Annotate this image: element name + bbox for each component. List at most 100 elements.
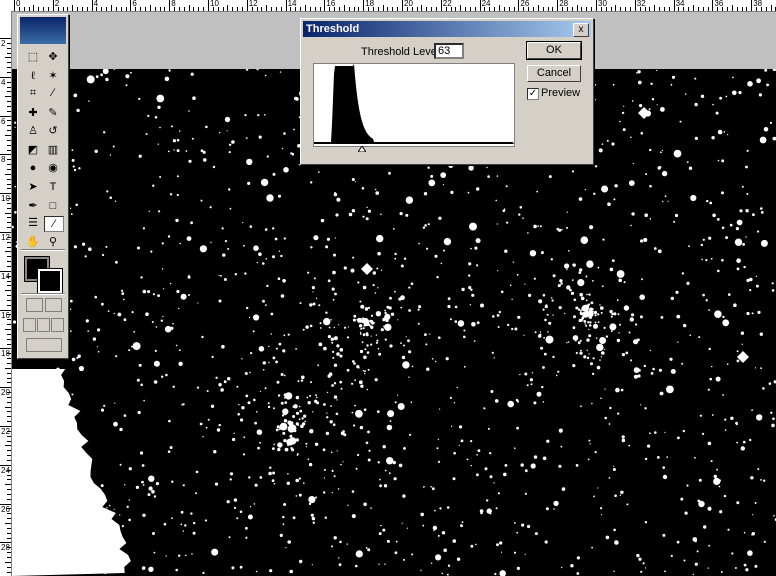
star [168, 419, 171, 423]
star [475, 543, 477, 546]
star [740, 446, 745, 451]
move-tool-icon[interactable]: ✥ [44, 50, 62, 64]
ruler-tick [5, 251, 11, 253]
ruler-tick [38, 7, 40, 11]
star [311, 516, 316, 521]
slice-tool-icon[interactable]: ∕ [44, 86, 62, 100]
full-screen-mode-icon[interactable] [51, 318, 64, 332]
star [46, 545, 50, 550]
notes-tool-icon[interactable]: ☰ [24, 216, 42, 230]
history-brush-tool-icon[interactable]: ↺ [44, 124, 62, 138]
threshold-level-input[interactable] [434, 43, 464, 59]
jump-to-imageready-icon[interactable] [26, 338, 62, 352]
path-selection-tool-icon[interactable]: ➤ [24, 180, 42, 194]
eyedropper-tool-icon[interactable]: ⁄ [44, 216, 64, 232]
ok-button[interactable]: OK [526, 41, 582, 60]
star [153, 380, 158, 384]
star [140, 383, 143, 387]
star [644, 521, 648, 524]
ruler-tick [7, 362, 11, 364]
ruler-tick [654, 5, 656, 11]
star [694, 562, 698, 566]
zoom-tool-icon[interactable]: ⚲ [44, 235, 62, 249]
ruler-tick [532, 7, 534, 11]
star [629, 317, 634, 322]
star [139, 451, 144, 455]
star [310, 381, 312, 384]
star [169, 193, 173, 196]
ruler-tick [144, 7, 146, 11]
type-tool-icon[interactable]: T [44, 180, 62, 194]
magic-wand-tool-icon[interactable]: ✶ [44, 69, 62, 83]
marquee-tool-icon[interactable]: ⬚ [24, 50, 42, 64]
hand-tool-icon[interactable]: ✋ [24, 235, 42, 249]
background-color-swatch[interactable] [37, 268, 63, 294]
standard-screen-mode-icon[interactable] [23, 318, 36, 332]
eraser-tool-icon[interactable]: ◩ [24, 143, 42, 157]
clone-stamp-tool-icon[interactable]: ♙ [24, 124, 42, 138]
star [124, 484, 126, 486]
star [291, 448, 295, 452]
quick-mask-mode-icon[interactable] [45, 298, 62, 312]
star [558, 306, 562, 310]
threshold-slider-handle[interactable] [358, 146, 366, 152]
star [326, 391, 329, 394]
star [50, 420, 53, 423]
star [384, 469, 387, 472]
star [299, 409, 303, 413]
star [173, 149, 175, 151]
star [26, 456, 29, 459]
star [343, 266, 347, 270]
cancel-button[interactable]: Cancel [527, 65, 581, 82]
full-screen-menu-mode-icon[interactable] [37, 318, 50, 332]
brush-tool-icon[interactable]: ✎ [44, 106, 62, 120]
ruler-label: 28 [1, 543, 10, 553]
ruler-tick [358, 7, 360, 11]
star [272, 447, 275, 450]
shape-tool-icon[interactable]: □ [44, 199, 62, 213]
star [169, 446, 173, 449]
star [357, 317, 363, 323]
star [613, 465, 615, 467]
crop-tool-icon[interactable]: ⌗ [24, 86, 42, 100]
pen-tool-icon[interactable]: ✒ [24, 199, 42, 213]
star [524, 283, 526, 285]
blur-tool-icon[interactable]: ● [24, 161, 42, 175]
ruler-tick [7, 207, 11, 209]
star [179, 349, 181, 352]
star [330, 405, 332, 407]
star [333, 326, 335, 329]
star [726, 363, 729, 366]
star [159, 176, 162, 178]
star [254, 483, 258, 487]
photoshop-logo-icon[interactable] [20, 17, 66, 44]
star [322, 448, 326, 452]
star [154, 116, 158, 119]
star [714, 310, 722, 318]
star [718, 485, 721, 488]
dodge-tool-icon[interactable]: ◉ [44, 161, 62, 175]
star [380, 269, 383, 271]
star [617, 313, 620, 316]
star [533, 401, 537, 405]
star [652, 367, 655, 371]
star [370, 314, 374, 317]
star [677, 341, 679, 343]
dialog-titlebar[interactable]: Threshold x [303, 21, 591, 37]
preview-checkbox[interactable]: ✓ [527, 88, 539, 100]
close-icon[interactable]: x [573, 23, 589, 37]
star [514, 447, 516, 450]
gradient-tool-icon[interactable]: ▥ [44, 143, 62, 157]
ruler-tick [7, 178, 11, 180]
lasso-tool-icon[interactable]: ℓ [24, 69, 42, 83]
star [496, 175, 499, 177]
ruler-tick [469, 7, 471, 11]
standard-mode-icon[interactable] [26, 298, 43, 312]
star [138, 154, 142, 158]
star [318, 342, 323, 347]
healing-brush-tool-icon[interactable]: ✚ [24, 106, 42, 120]
star [639, 104, 643, 108]
star [370, 325, 374, 329]
star [351, 490, 355, 493]
star [516, 400, 520, 403]
